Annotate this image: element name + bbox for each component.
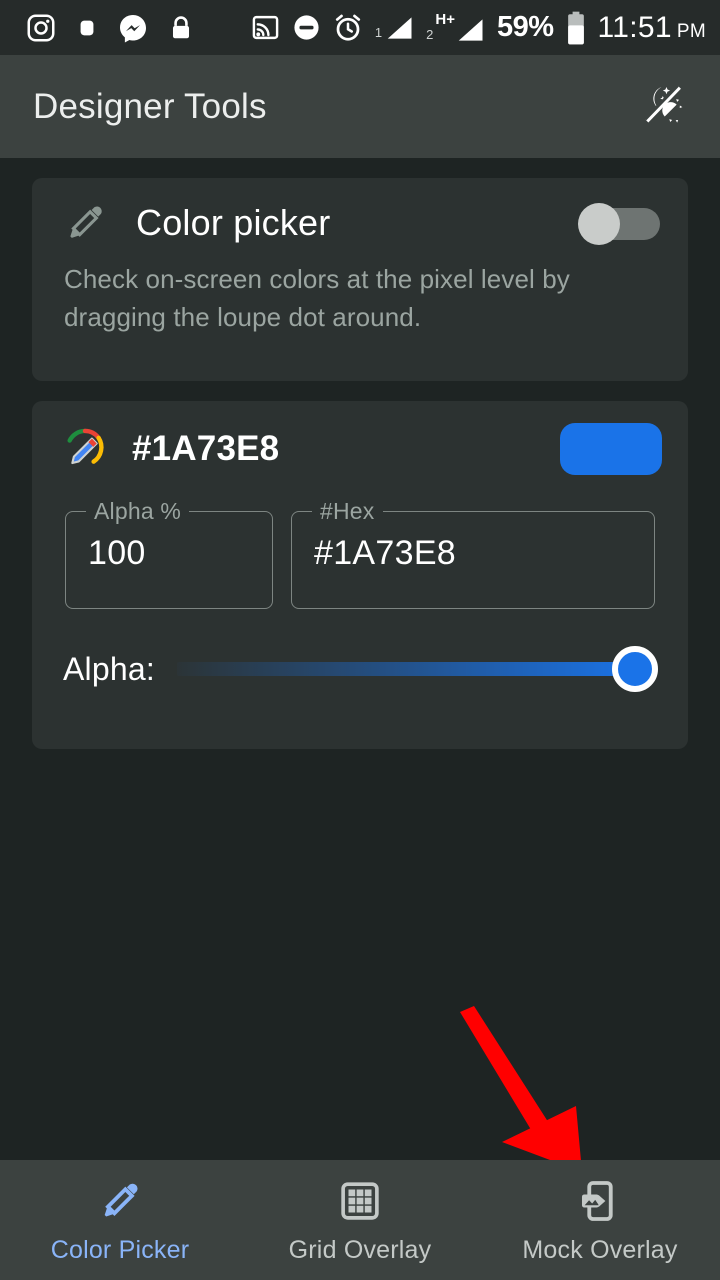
grid-icon — [335, 1176, 385, 1226]
status-bar-clock: 11:51 PM — [598, 11, 706, 45]
theme-toggle-button[interactable] — [634, 78, 692, 136]
alpha-percent-value: 100 — [88, 534, 146, 572]
eyedropper-icon — [62, 200, 108, 246]
sim2-signal-icon: 2 H+ — [426, 12, 485, 43]
hex-label: #Hex — [312, 498, 383, 525]
instagram-icon — [26, 13, 56, 43]
toggle-knob — [578, 203, 620, 245]
color-picker-description: Check on-screen colors at the pixel leve… — [64, 264, 570, 332]
color-picker-card-header: Color picker — [32, 178, 688, 246]
do-not-disturb-icon — [292, 13, 321, 42]
status-bar-system-icons: 1 2 H+ 59% 11:51 PM — [251, 11, 706, 45]
eyedropper-icon — [95, 1176, 145, 1226]
current-hex-label: #1A73E8 — [132, 429, 280, 468]
color-input-fields: Alpha % 100 #Hex #1A73E8 — [32, 475, 688, 609]
app-bar-actions — [634, 78, 692, 136]
nav-label-mock-overlay: Mock Overlay — [522, 1235, 678, 1264]
alpha-slider-thumb[interactable] — [612, 646, 658, 692]
hex-field[interactable]: #Hex #1A73E8 — [291, 498, 655, 609]
sim2-label: 2 — [426, 27, 434, 42]
main-content: Color picker Check on-screen colors at t… — [0, 158, 720, 1160]
alpha-percent-label: Alpha % — [86, 498, 190, 525]
alarm-icon — [333, 13, 363, 43]
battery-percent-label: 59% — [496, 11, 554, 43]
current-color-header: #1A73E8 — [32, 401, 688, 475]
color-picker-card: Color picker Check on-screen colors at t… — [32, 178, 688, 381]
nav-label-grid-overlay: Grid Overlay — [288, 1235, 432, 1264]
page-title: Designer Tools — [33, 86, 267, 126]
alpha-slider-row: Alpha: — [32, 609, 688, 693]
current-color-card: #1A73E8 Alpha % 100 #Hex #1A73E8 Alpha: — [32, 401, 688, 749]
color-palette-pencil-icon — [62, 426, 108, 472]
nav-item-color-picker[interactable]: Color Picker — [0, 1160, 240, 1280]
screen-record-icon — [76, 16, 98, 40]
nav-label-color-picker: Color Picker — [50, 1235, 190, 1264]
nav-item-grid-overlay[interactable]: Grid Overlay — [240, 1160, 480, 1280]
hex-value: #1A73E8 — [314, 534, 457, 572]
lock-icon — [168, 14, 194, 42]
sim1-label: 1 — [374, 24, 383, 40]
color-picker-toggle[interactable] — [578, 203, 662, 245]
messenger-icon — [118, 13, 148, 43]
day-night-toggle-icon — [640, 81, 686, 132]
sim1-signal-icon: 1 — [375, 15, 414, 41]
status-bar-notification-icons — [26, 13, 194, 43]
bottom-navigation: Color Picker Grid Overlay Mock Overlay — [0, 1160, 720, 1280]
app-screen: 1 2 H+ 59% 11:51 PM Designer Tools Color… — [0, 0, 720, 1280]
alpha-slider[interactable] — [176, 645, 658, 693]
alpha-percent-field[interactable]: Alpha % 100 — [65, 498, 273, 609]
nav-item-mock-overlay[interactable]: Mock Overlay — [480, 1160, 720, 1280]
mock-overlay-icon — [575, 1176, 625, 1226]
app-bar: Designer Tools — [0, 55, 720, 158]
cast-icon — [251, 13, 280, 42]
color-swatch[interactable] — [560, 423, 662, 475]
alpha-slider-label: Alpha: — [63, 650, 155, 687]
clock-time: 11:51 — [597, 10, 672, 44]
clock-meridiem: PM — [676, 20, 706, 42]
color-picker-title: Color picker — [136, 202, 331, 243]
battery-icon — [566, 11, 586, 45]
alpha-slider-track — [176, 662, 640, 676]
status-bar: 1 2 H+ 59% 11:51 PM — [0, 0, 720, 55]
network-type-label: H+ — [435, 11, 455, 28]
